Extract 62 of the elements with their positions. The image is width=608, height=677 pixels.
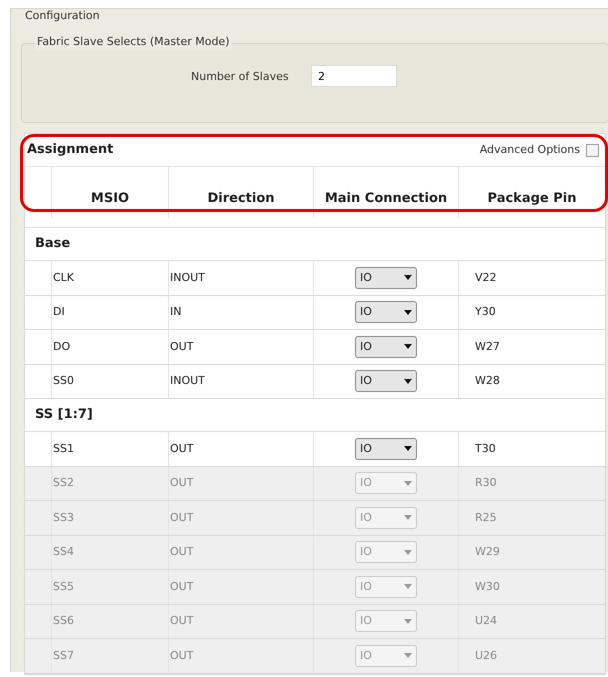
table-cell-text: SS7: [53, 648, 74, 664]
caret-icon: [404, 550, 412, 555]
connection-dropdown[interactable]: IO: [355, 438, 417, 460]
connection-dropdown[interactable]: IO: [355, 266, 417, 289]
table-cell-text: DO: [53, 338, 70, 354]
table-cell-text: OUT: [170, 338, 194, 354]
column-header: MSIO: [52, 167, 169, 218]
connection-dropdown[interactable]: IO: [355, 370, 417, 392]
table-cell-text: SS0: [53, 373, 74, 389]
table-cell-text: OUT: [170, 544, 194, 560]
table-cell-text: INOUT: [170, 373, 205, 389]
table-cell-text: SS5: [53, 578, 74, 594]
caret-icon: [404, 515, 412, 520]
slaves-input[interactable]: 2: [311, 65, 397, 87]
table-cell-text: OUT: [170, 648, 194, 664]
table-cell-text: R25: [475, 510, 497, 526]
connection-dropdown[interactable]: IO: [355, 301, 417, 324]
table-cell-text: W29: [475, 544, 500, 560]
caret-icon: [404, 344, 412, 350]
table-cell-text: W27: [475, 338, 500, 354]
caret-icon: [404, 275, 412, 280]
table-cell-text: W28: [475, 373, 500, 389]
caret-icon: [404, 618, 412, 624]
table-cell-text: T30: [475, 440, 496, 456]
section-title: SS [1:7]: [35, 406, 93, 424]
table-cell-text: Y30: [475, 304, 496, 320]
table-cell-text: OUT: [170, 440, 194, 456]
table-cell-text: SS4: [53, 544, 74, 560]
caret-icon: [404, 446, 412, 452]
section-title: Base: [35, 235, 70, 254]
table-cell-text: OUT: [170, 510, 194, 526]
table-cell-text: V22: [475, 270, 497, 286]
checkbox-label: Advanced Options: [480, 142, 580, 158]
field-label: Number of Slaves: [191, 69, 289, 85]
column-header: Main Connection: [314, 167, 459, 218]
table-cell-text: SS1: [53, 440, 74, 456]
table-cell-text: R30: [475, 475, 497, 491]
table-cell-text: IN: [170, 304, 182, 320]
caret-icon: [404, 310, 412, 315]
table-cell-text: OUT: [170, 578, 194, 594]
table-cell-text: SS3: [53, 510, 74, 526]
table-cell-text: SS2: [53, 475, 74, 491]
group-title: Fabric Slave Selects (Master Mode): [35, 34, 232, 50]
table-cell-text: CLK: [53, 270, 74, 286]
advanced-checkbox[interactable]: [586, 144, 599, 156]
caret-icon: [404, 480, 412, 486]
table-title: Assignment: [27, 141, 114, 160]
table-cell-text: OUT: [170, 475, 194, 491]
column-header: Direction: [169, 167, 314, 218]
table-cell-text: DI: [53, 304, 65, 320]
caret-icon: [404, 378, 412, 384]
table-cell-text: W30: [475, 578, 500, 594]
table-cell-text: SS6: [53, 613, 74, 629]
table-cell-text: OUT: [170, 613, 194, 629]
column-header: Package Pin: [486, 190, 578, 208]
caret-icon: [404, 584, 412, 590]
group-title: Configuration: [25, 8, 100, 24]
connection-dropdown[interactable]: IO: [355, 336, 417, 358]
table-cell-text: INOUT: [170, 270, 205, 286]
caret-icon: [404, 653, 412, 658]
table-cell-text: U24: [475, 613, 498, 629]
table-cell-text: U26: [475, 648, 498, 664]
